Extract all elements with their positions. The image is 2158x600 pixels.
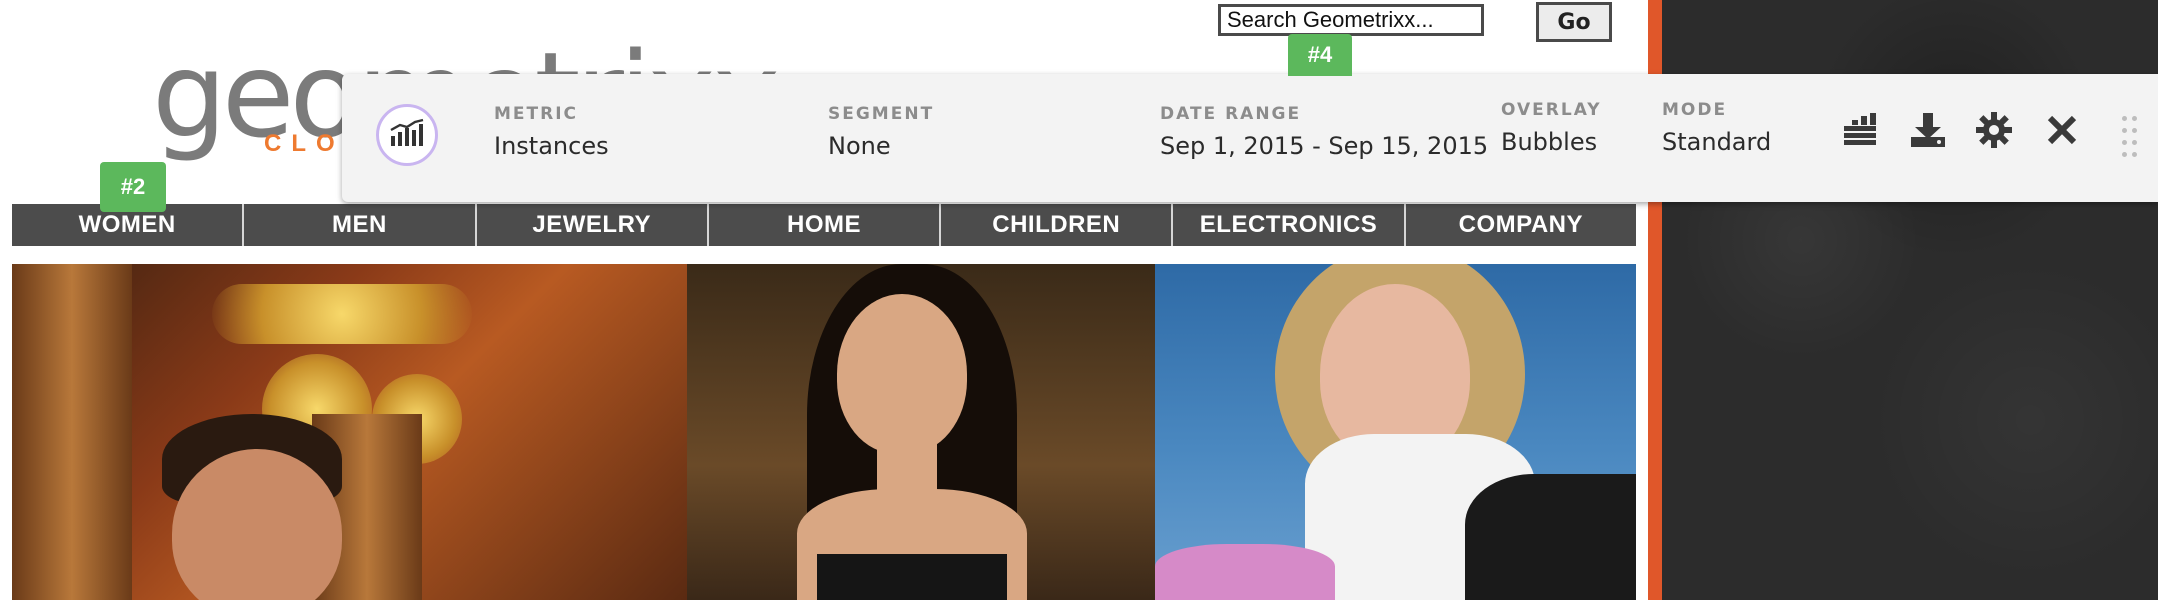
download-icon — [1909, 111, 1947, 154]
activity-map-toolbar: METRIC Instances SEGMENT None DATE RANGE… — [342, 74, 2158, 202]
metric-label: METRIC — [494, 104, 579, 124]
nav-item-jewelry[interactable]: JEWELRY — [477, 204, 709, 246]
hero-image-woman-jacket[interactable] — [1155, 264, 1636, 600]
nav-item-men[interactable]: MEN — [244, 204, 477, 246]
black-dress — [817, 554, 1007, 600]
annotation-badge-2[interactable]: #2 — [100, 162, 166, 212]
report-button[interactable] — [1838, 110, 1882, 154]
close-icon — [2046, 114, 2078, 151]
overlay-value: Bubbles — [1501, 128, 1598, 156]
woman-face — [837, 294, 967, 454]
main-nav: WOMEN MEN JEWELRY HOME CHILDREN ELECTRON… — [12, 204, 1636, 246]
metric-icon-button[interactable] — [376, 104, 438, 166]
close-button[interactable] — [2040, 110, 2084, 154]
gear-icon — [1975, 111, 2013, 154]
overlay-field[interactable]: OVERLAY Bubbles — [1501, 100, 1602, 156]
pink-garment — [1155, 544, 1335, 600]
search-input[interactable] — [1218, 4, 1484, 36]
download-button[interactable] — [1906, 110, 1950, 154]
hero-image-woman[interactable] — [687, 264, 1155, 600]
mode-label: MODE — [1662, 100, 1728, 120]
nav-item-children[interactable]: CHILDREN — [941, 204, 1174, 246]
black-jacket — [1465, 474, 1636, 600]
chart-icon — [388, 118, 426, 153]
annotation-badge-4[interactable]: #4 — [1288, 34, 1352, 76]
nav-item-company[interactable]: COMPANY — [1406, 204, 1636, 246]
mode-field[interactable]: MODE Standard — [1662, 100, 1771, 156]
settings-button[interactable] — [1972, 110, 2016, 154]
mode-value: Standard — [1662, 128, 1772, 156]
date-range-value: Sep 1, 2015 - Sep 15, 2015 — [1160, 132, 1489, 160]
segment-value: None — [828, 132, 891, 160]
ceiling-light — [212, 284, 472, 344]
nav-item-home[interactable]: HOME — [709, 204, 942, 246]
overlay-label: OVERLAY — [1501, 100, 1602, 120]
date-range-label: DATE RANGE — [1160, 104, 1302, 124]
segment-field[interactable]: SEGMENT None — [828, 104, 934, 160]
hero-image-men[interactable] — [12, 264, 687, 600]
segment-label: SEGMENT — [828, 104, 935, 124]
metric-field[interactable]: METRIC Instances — [494, 104, 609, 160]
date-range-field[interactable]: DATE RANGE Sep 1, 2015 - Sep 15, 2015 — [1160, 104, 1488, 160]
metric-value: Instances — [494, 132, 609, 160]
report-icon — [1842, 112, 1878, 153]
search-go-button[interactable]: Go — [1536, 2, 1612, 42]
pillar — [12, 264, 132, 600]
drag-handle[interactable] — [2122, 116, 2138, 160]
nav-item-electronics[interactable]: ELECTRONICS — [1173, 204, 1406, 246]
